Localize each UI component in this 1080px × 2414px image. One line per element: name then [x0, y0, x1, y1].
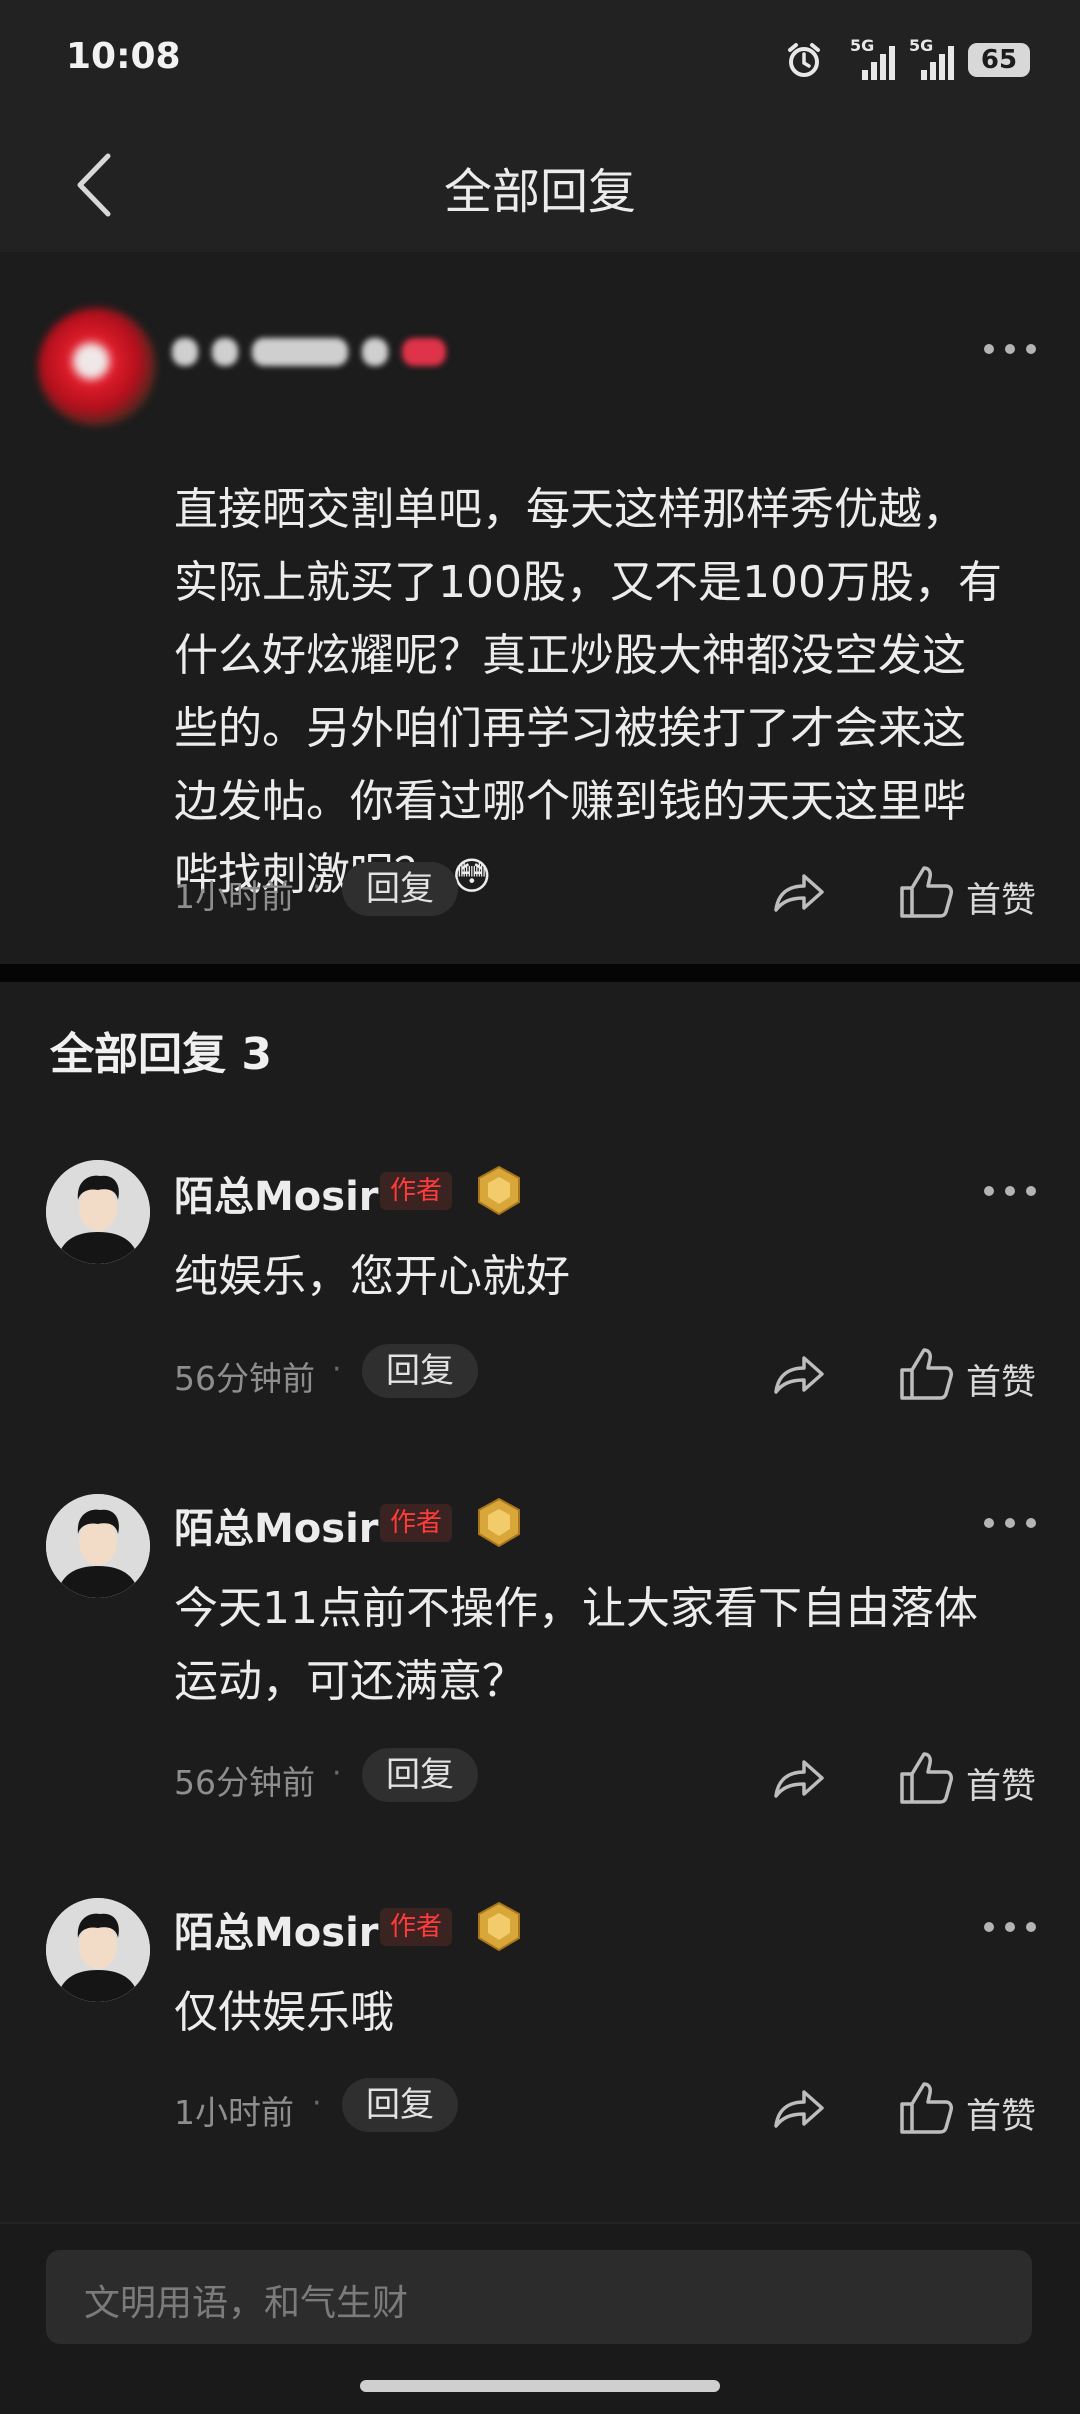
more-options-button[interactable]	[980, 340, 1040, 360]
like-label[interactable]: 首赞	[966, 872, 1036, 923]
thumbs-up-icon[interactable]	[898, 1346, 954, 1402]
like-label[interactable]: 首赞	[966, 1354, 1036, 1405]
share-icon[interactable]	[768, 1344, 828, 1404]
avatar-illustration	[46, 1160, 150, 1264]
battery-indicator: 65	[968, 43, 1030, 77]
signal-label-2: 5G	[909, 36, 934, 55]
comment-time: 1小时前	[174, 877, 294, 916]
author-badge: 作者	[380, 1908, 453, 1946]
section-divider	[0, 964, 1080, 982]
medal-icon	[478, 1901, 520, 1952]
share-icon[interactable]	[768, 2078, 828, 2138]
separator-dot: ·	[312, 870, 322, 905]
comment-text: 直接晒交割单吧，每天这样那样秀优越， 实际上就买了100股，又不是100万股，有…	[174, 400, 1034, 913]
separator-dot: ·	[312, 2086, 322, 2121]
author-badge: 作者	[380, 1504, 453, 1542]
alarm-icon	[788, 43, 820, 77]
dizzy-face-emoji: 😳	[452, 854, 492, 898]
medal-icon	[478, 1497, 520, 1548]
reply-time: 56分钟前	[174, 1359, 315, 1398]
avatar-illustration	[46, 1494, 150, 1598]
username-blurred[interactable]	[172, 330, 482, 374]
thumbs-up-icon[interactable]	[898, 1750, 954, 1806]
status-time: 10:08	[66, 36, 181, 77]
signal-icon-1: 5G	[838, 36, 895, 80]
reply-username[interactable]: 陌总Mosir	[174, 1496, 379, 1554]
home-indicator[interactable]	[360, 2380, 720, 2392]
signal-icon-2: 5G	[909, 36, 954, 80]
separator-dot: ·	[332, 1352, 342, 1387]
separator-dot: ·	[332, 1756, 342, 1791]
reply-button[interactable]: 回复	[362, 1344, 478, 1398]
reply-username[interactable]: 陌总Mosir	[174, 1164, 379, 1222]
share-icon[interactable]	[768, 1748, 828, 1808]
comment-input[interactable]: 文明用语，和气生财	[46, 2250, 1032, 2344]
more-options-button[interactable]	[980, 1514, 1040, 1534]
reply-username[interactable]: 陌总Mosir	[174, 1900, 379, 1958]
reply-text: 纯娱乐，您开心就好	[174, 1251, 570, 1302]
avatar[interactable]	[38, 308, 156, 426]
bottom-input-bar: 文明用语，和气生财	[0, 2222, 1080, 2414]
reply-time: 1小时前	[174, 2093, 294, 2132]
reply-time: 56分钟前	[174, 1763, 315, 1802]
avatar-illustration	[46, 1898, 150, 2002]
more-options-button[interactable]	[980, 1182, 1040, 1202]
share-icon[interactable]	[768, 862, 828, 922]
author-badge: 作者	[380, 1172, 453, 1210]
medal-icon	[478, 1165, 520, 1216]
thumbs-up-icon[interactable]	[898, 2080, 954, 2136]
status-bar: 10:08 5G 5G 65	[0, 0, 1080, 120]
avatar[interactable]	[46, 1494, 150, 1598]
like-label[interactable]: 首赞	[966, 1758, 1036, 1809]
avatar[interactable]	[46, 1160, 150, 1264]
nav-bar: 全部回复	[0, 120, 1080, 252]
reply-text: 今天11点前不操作，让大家看下自由落体 运动，可还满意？	[174, 1583, 978, 1707]
reply-button[interactable]: 回复	[342, 862, 458, 916]
signal-label-1: 5G	[850, 36, 875, 55]
reply-text: 仅供娱乐哦	[174, 1987, 394, 2038]
reply-button[interactable]: 回复	[342, 2078, 458, 2132]
input-placeholder: 文明用语，和气生财	[84, 2283, 409, 2324]
reply-button[interactable]: 回复	[362, 1748, 478, 1802]
replies-section-title: 全部回复 3	[50, 1029, 272, 1080]
comment-body: 直接晒交割单吧，每天这样那样秀优越， 实际上就买了100股，又不是100万股，有…	[174, 484, 1002, 900]
page-title: 全部回复	[443, 164, 636, 220]
avatar[interactable]	[46, 1898, 150, 2002]
more-options-button[interactable]	[980, 1918, 1040, 1938]
thumbs-up-icon[interactable]	[898, 864, 954, 920]
like-label[interactable]: 首赞	[966, 2088, 1036, 2139]
status-icons: 5G 5G 65	[784, 36, 1030, 84]
